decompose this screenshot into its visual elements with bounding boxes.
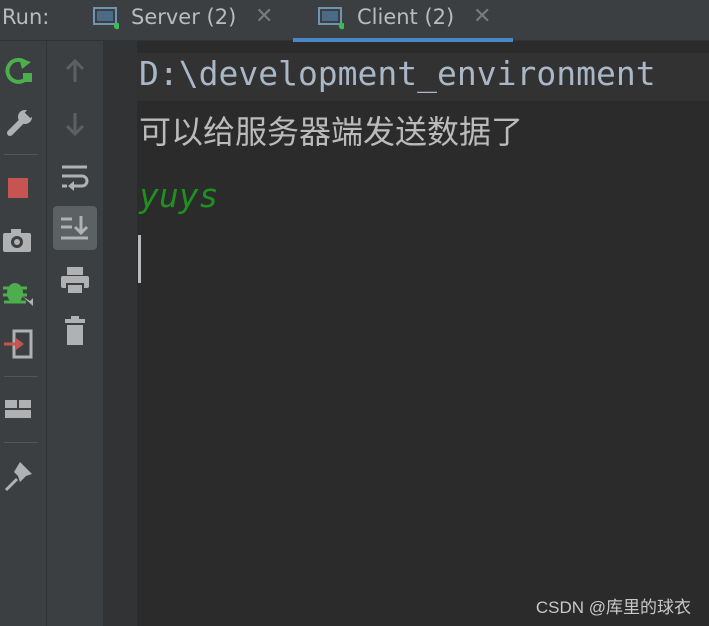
rerun-icon[interactable] bbox=[2, 53, 38, 89]
close-icon[interactable]: ✕ bbox=[473, 4, 491, 30]
soft-wrap-icon[interactable] bbox=[57, 158, 93, 194]
tab-client[interactable]: Client (2) ✕ bbox=[293, 0, 513, 42]
print-icon[interactable] bbox=[57, 263, 93, 299]
watermark: CSDN @库里的球衣 bbox=[535, 598, 691, 617]
user-input-line: yuys bbox=[139, 176, 219, 215]
toolbar-separator bbox=[4, 376, 38, 377]
debug-bug-icon[interactable] bbox=[0, 274, 36, 310]
wrench-icon[interactable] bbox=[2, 105, 38, 141]
close-icon[interactable]: ✕ bbox=[255, 4, 273, 30]
output-line: 可以给服务器端发送数据了 bbox=[139, 113, 524, 151]
layout-icon[interactable] bbox=[2, 391, 38, 427]
arrow-down-icon[interactable] bbox=[57, 106, 93, 142]
tab-client-title: Client (2) bbox=[357, 5, 455, 29]
tab-server-title: Server (2) bbox=[131, 5, 237, 29]
console-gutter bbox=[104, 41, 137, 626]
run-label: Run: bbox=[2, 5, 50, 29]
console-icon bbox=[93, 6, 121, 30]
tab-server[interactable]: Server (2) ✕ bbox=[90, 0, 286, 40]
run-tabbar: Run: Server (2) ✕ Client (2) ✕ bbox=[0, 0, 709, 42]
toolbar-separator bbox=[4, 442, 38, 443]
camera-icon[interactable] bbox=[0, 222, 36, 258]
pin-icon[interactable] bbox=[2, 458, 38, 494]
console-icon bbox=[318, 6, 346, 30]
exit-icon[interactable] bbox=[2, 326, 38, 362]
text-caret bbox=[138, 235, 141, 283]
toolbar-separator bbox=[4, 154, 38, 155]
stop-icon[interactable] bbox=[2, 170, 38, 206]
trash-icon[interactable] bbox=[57, 314, 93, 350]
run-toolbar bbox=[0, 41, 47, 626]
command-line-text: D:\development_environment bbox=[139, 54, 656, 93]
console-output[interactable]: D:\development_environment 可以给服务器端发送数据了 … bbox=[137, 41, 709, 626]
scroll-to-end-icon[interactable] bbox=[57, 210, 93, 246]
arrow-up-icon[interactable] bbox=[57, 53, 93, 89]
